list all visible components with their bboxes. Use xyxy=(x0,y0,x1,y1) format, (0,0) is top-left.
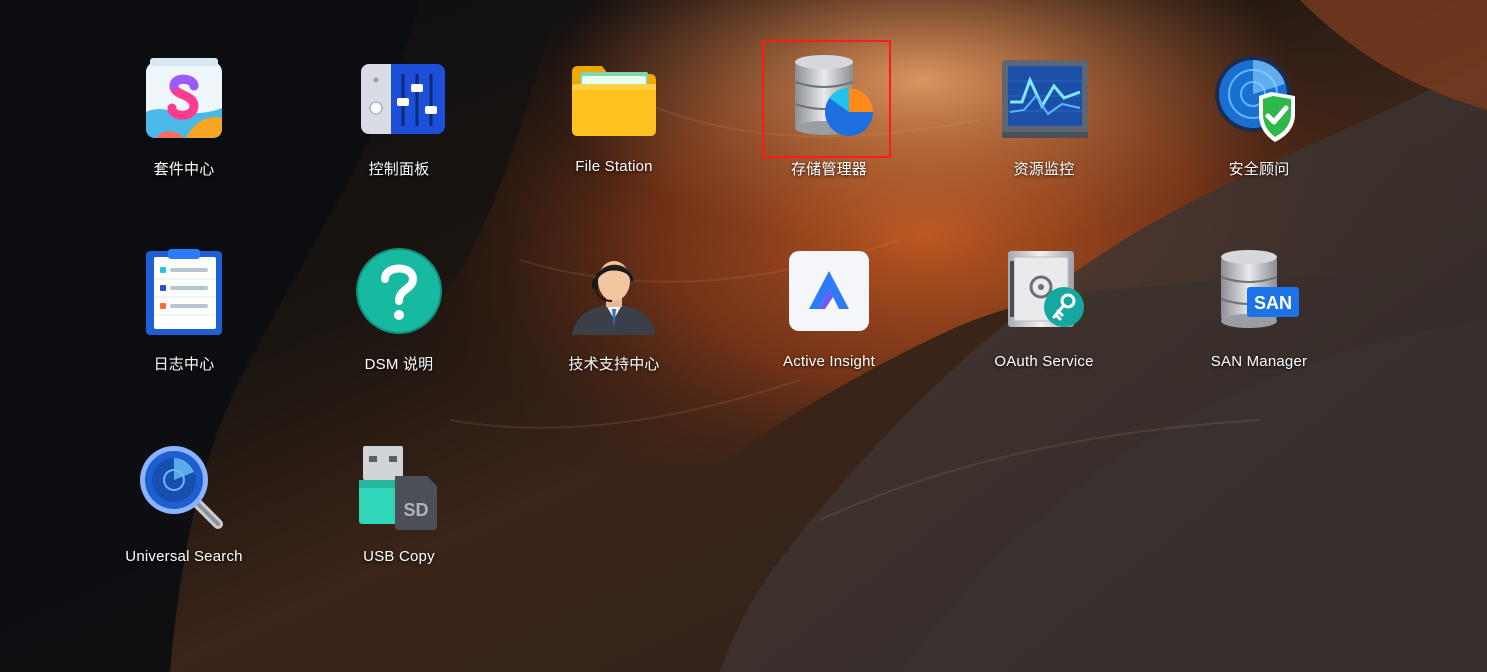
app-security-advisor[interactable]: 安全顾问 xyxy=(1159,52,1359,202)
app-log-center[interactable]: 日志中心 xyxy=(84,247,284,397)
usb-copy-icon: SD xyxy=(359,446,437,530)
storage-manager-icon xyxy=(794,55,873,136)
app-label: 存储管理器 xyxy=(790,161,867,178)
app-label: 日志中心 xyxy=(153,356,215,373)
san-badge-text: SAN xyxy=(1254,293,1292,313)
folder-icon xyxy=(572,66,656,136)
resource-monitor-icon xyxy=(1002,60,1088,138)
sd-badge-text: SD xyxy=(403,500,428,520)
control-panel-icon xyxy=(361,64,445,134)
magnifier-icon xyxy=(140,446,223,529)
package-center-icon xyxy=(146,58,222,138)
san-manager-icon: SAN xyxy=(1220,250,1299,328)
app-oauth-service[interactable]: OAuth Service xyxy=(944,247,1144,397)
app-package-center[interactable]: 套件中心 xyxy=(84,52,284,202)
oauth-safe-icon xyxy=(1008,251,1084,327)
app-launcher-grid: 套件中心 控制面板 File Station 存储管理器 资源监控 安全顾问 日… xyxy=(0,0,1487,672)
app-label: Universal Search xyxy=(125,548,243,565)
help-icon xyxy=(356,248,442,334)
app-resource-monitor[interactable]: 资源监控 xyxy=(944,52,1144,202)
log-center-icon xyxy=(146,249,222,335)
app-label: OAuth Service xyxy=(994,353,1094,370)
app-label: 技术支持中心 xyxy=(568,356,660,373)
app-usb-copy[interactable]: SD USB Copy xyxy=(299,442,499,592)
app-label: 安全顾问 xyxy=(1228,161,1290,178)
app-universal-search[interactable]: Universal Search xyxy=(84,442,284,592)
app-label: USB Copy xyxy=(363,548,435,565)
support-agent-icon xyxy=(572,261,656,335)
app-label: 资源监控 xyxy=(1013,161,1075,178)
app-label: Active Insight xyxy=(782,353,875,370)
app-control-panel[interactable]: 控制面板 xyxy=(299,52,499,202)
app-support-center[interactable]: 技术支持中心 xyxy=(514,247,714,397)
app-dsm-help[interactable]: DSM 说明 xyxy=(299,247,499,397)
app-label: DSM 说明 xyxy=(364,356,434,373)
app-file-station[interactable]: File Station xyxy=(514,52,714,202)
security-advisor-icon xyxy=(1215,56,1295,142)
app-san-manager[interactable]: SAN SAN Manager xyxy=(1159,247,1359,397)
app-label: 套件中心 xyxy=(153,161,215,178)
app-label: SAN Manager xyxy=(1210,353,1308,370)
app-label: 控制面板 xyxy=(368,161,430,178)
active-insight-icon xyxy=(789,251,869,331)
app-storage-manager[interactable]: 存储管理器 xyxy=(729,52,929,202)
app-active-insight[interactable]: Active Insight xyxy=(729,247,929,397)
app-label: File Station xyxy=(575,158,653,175)
